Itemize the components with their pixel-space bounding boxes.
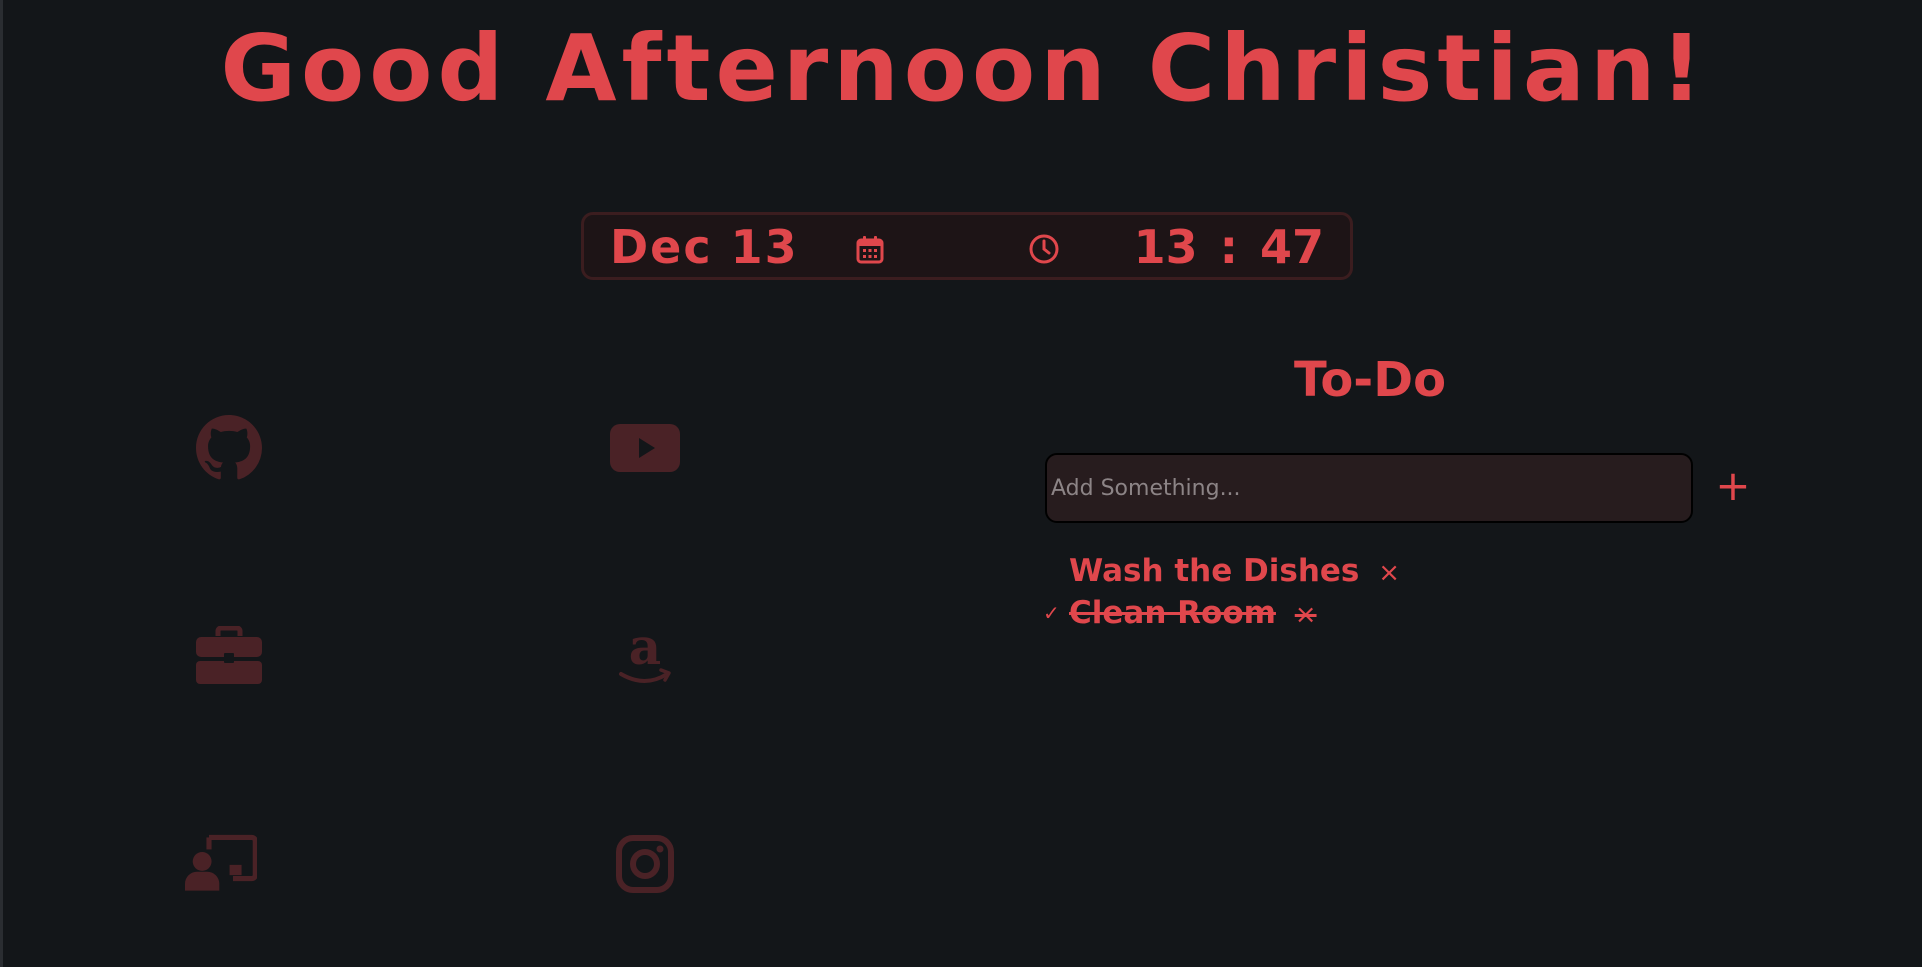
greeting-heading: Good Afternoon Christian! <box>220 15 1708 122</box>
youtube-link[interactable] <box>609 412 681 484</box>
amazon-link[interactable]: a <box>609 620 681 692</box>
date-time-bar: Dec 13 13 : 47 <box>581 212 1353 280</box>
work-link[interactable] <box>193 620 265 692</box>
time-separator: : <box>1219 220 1238 274</box>
add-todo-button[interactable]: + <box>1713 458 1753 514</box>
todo-item-text[interactable]: Wash the Dishes <box>1069 553 1359 589</box>
time-hours: 13 <box>1133 220 1198 274</box>
todo-item[interactable]: Wash the Dishes × <box>1041 550 1681 592</box>
date-display: Dec 13 <box>610 220 799 274</box>
github-icon <box>196 415 262 480</box>
svg-text:a: a <box>629 624 661 676</box>
time-display: 13 : 47 <box>1134 221 1324 273</box>
chalkboard-user-icon <box>185 834 257 891</box>
instagram-link[interactable] <box>609 828 681 900</box>
todo-title: To-Do <box>1293 352 1447 408</box>
classroom-link[interactable] <box>185 828 257 900</box>
calendar-icon <box>854 233 886 265</box>
clock-icon <box>1028 233 1060 265</box>
todo-item[interactable]: ✓ Clean Room × <box>1041 592 1681 634</box>
remove-todo-button[interactable]: × <box>1378 558 1400 588</box>
youtube-icon <box>610 424 680 472</box>
checkmark-icon: ✓ <box>1043 601 1060 625</box>
todo-item-text[interactable]: Clean Room <box>1069 595 1276 631</box>
time-minutes: 47 <box>1259 220 1324 274</box>
briefcase-icon <box>196 626 262 684</box>
page: Good Afternoon Christian! Dec 13 13: 47… <box>0 0 1922 967</box>
github-link[interactable] <box>193 412 265 484</box>
instagram-icon <box>616 835 674 893</box>
amazon-icon: a <box>619 624 671 683</box>
todo-list: Wash the Dishes × ✓ Clean Room × <box>1041 550 1681 634</box>
remove-todo-button[interactable]: × <box>1295 600 1317 630</box>
todo-input[interactable] <box>1045 453 1693 523</box>
